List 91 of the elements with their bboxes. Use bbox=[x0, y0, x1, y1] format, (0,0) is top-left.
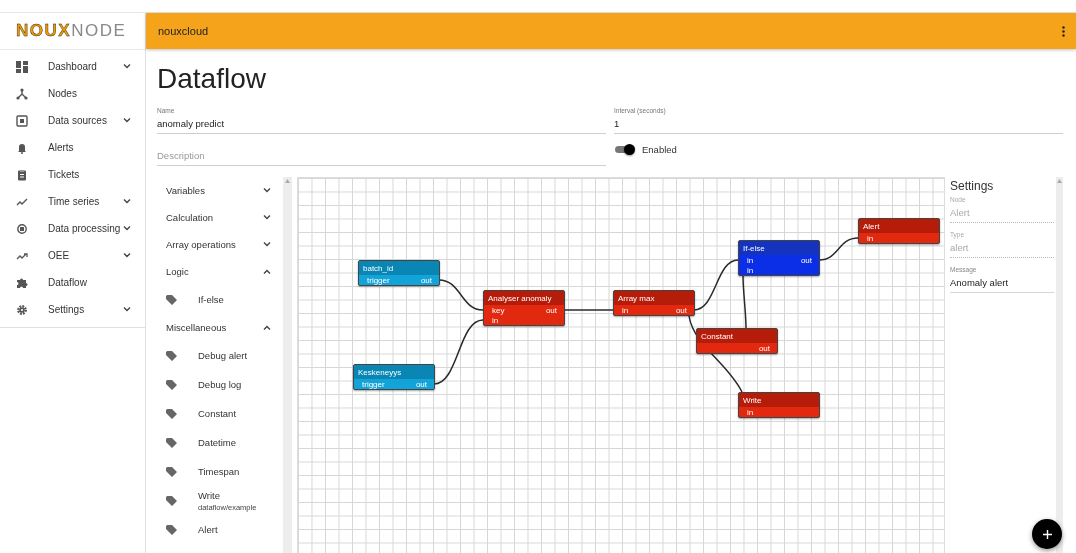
toggle-label: Enabled bbox=[642, 144, 677, 155]
tag-icon bbox=[166, 495, 177, 506]
app-title: nouxcloud bbox=[158, 25, 209, 37]
input-port[interactable]: in bbox=[747, 265, 754, 275]
connector-line bbox=[818, 237, 859, 261]
nav-item[interactable]: Tickets bbox=[0, 161, 145, 188]
bell-icon bbox=[16, 141, 28, 154]
connector-line bbox=[693, 259, 739, 311]
chevron-icon bbox=[263, 188, 271, 193]
output-port[interactable]: out bbox=[545, 305, 557, 315]
node-title: Constant bbox=[701, 331, 734, 341]
palette-item[interactable]: Debug log bbox=[166, 370, 283, 399]
connector-line bbox=[563, 309, 614, 311]
palette-item[interactable]: Datetime bbox=[166, 428, 283, 457]
input-port[interactable]: in bbox=[867, 233, 874, 243]
node-title: Alert bbox=[863, 221, 880, 231]
node-title: Write bbox=[743, 395, 762, 405]
settings-icon bbox=[16, 303, 28, 316]
output-port[interactable]: out bbox=[675, 305, 687, 315]
nav-item[interactable]: Nodes bbox=[0, 80, 145, 107]
scrollbar[interactable] bbox=[1056, 177, 1063, 553]
tag-icon bbox=[166, 466, 177, 477]
input-port[interactable]: in bbox=[492, 315, 499, 325]
chevron-icon bbox=[123, 253, 131, 258]
output-port[interactable]: out bbox=[758, 343, 770, 353]
page-title: Dataflow bbox=[157, 63, 267, 95]
category-header[interactable]: Array operations bbox=[166, 231, 283, 258]
output-port[interactable]: out bbox=[800, 255, 812, 265]
nav-item[interactable]: Data sources bbox=[0, 107, 145, 134]
palette-item[interactable]: Constant bbox=[166, 399, 283, 428]
logo: NOUXNODE bbox=[16, 21, 127, 41]
flow-node[interactable]: If-else in out in bbox=[738, 240, 820, 276]
node-title: Analyser anomaly bbox=[488, 293, 552, 303]
nav-item[interactable]: Dataflow bbox=[0, 269, 145, 296]
nav-item[interactable]: Settings bbox=[0, 296, 145, 323]
chevron-icon bbox=[263, 325, 271, 330]
flow-node[interactable]: Write in bbox=[738, 392, 820, 418]
connector-line bbox=[433, 319, 484, 385]
chevron-icon bbox=[123, 64, 131, 69]
nav-item[interactable]: Alerts bbox=[0, 134, 145, 161]
network-icon bbox=[16, 87, 28, 100]
category-header[interactable]: Miscellaneous bbox=[166, 314, 283, 341]
chevron-icon bbox=[123, 307, 131, 312]
node-title: batch_id bbox=[363, 263, 394, 273]
input-port[interactable]: in bbox=[622, 305, 629, 315]
flow-node[interactable]: Constant out bbox=[696, 328, 778, 354]
input-port[interactable]: in bbox=[747, 407, 754, 417]
nav-item[interactable]: Dashboard bbox=[0, 53, 145, 80]
node-title: Array max bbox=[618, 293, 655, 303]
input-port[interactable]: key bbox=[492, 305, 505, 315]
node-title: If-else bbox=[743, 243, 765, 253]
scrollbar[interactable] bbox=[283, 177, 292, 553]
flow-node[interactable]: Analyser anomaly key out in bbox=[483, 290, 565, 326]
chevron-icon bbox=[263, 269, 271, 274]
more-menu-icon[interactable] bbox=[1062, 25, 1065, 37]
chip-icon bbox=[16, 222, 28, 235]
flow-node[interactable]: Array max in out bbox=[613, 290, 695, 316]
palette-item[interactable]: Timespan bbox=[166, 457, 283, 486]
tag-icon bbox=[166, 437, 177, 448]
settings-title: Settings bbox=[950, 179, 995, 193]
connector-line bbox=[438, 279, 484, 311]
node-title: Keskeneyys bbox=[358, 367, 402, 377]
tag-icon bbox=[166, 294, 177, 305]
chevron-icon bbox=[263, 242, 271, 247]
flow-canvas[interactable]: batch_id trigger out Keskeneyys trigger out Analyser anomaly key out in Array max in out If-else in out in Alert in Constant out Write in bbox=[297, 177, 945, 553]
chevron-icon bbox=[123, 199, 131, 204]
tag-icon bbox=[166, 379, 177, 390]
nav-item[interactable]: Time series bbox=[0, 188, 145, 215]
palette-item[interactable]: Alert bbox=[166, 515, 283, 544]
chevron-icon bbox=[123, 226, 131, 231]
input-port[interactable]: in bbox=[747, 255, 754, 265]
tag-icon bbox=[166, 408, 177, 419]
chevron-icon bbox=[123, 118, 131, 123]
plus-icon bbox=[1042, 529, 1052, 539]
flow-node[interactable]: Alert in bbox=[858, 218, 940, 244]
tag-icon bbox=[166, 524, 177, 535]
dashboard-icon bbox=[16, 60, 28, 73]
clipboard-icon bbox=[16, 168, 28, 181]
tag-icon bbox=[166, 350, 177, 361]
category-header[interactable]: Variables bbox=[166, 177, 283, 204]
nav-item[interactable]: OEE bbox=[0, 242, 145, 269]
category-header[interactable]: Calculation bbox=[166, 204, 283, 231]
database-icon bbox=[16, 114, 28, 127]
category-header[interactable]: Logic bbox=[166, 258, 283, 285]
chevron-icon bbox=[263, 215, 271, 220]
enabled-toggle[interactable] bbox=[614, 144, 635, 155]
puzzle-icon bbox=[16, 276, 28, 289]
nav-item[interactable]: Data processing bbox=[0, 215, 145, 242]
add-button[interactable] bbox=[1032, 519, 1062, 549]
palette-item[interactable]: If-else bbox=[166, 285, 283, 314]
palette-item[interactable]: Debug alert bbox=[166, 341, 283, 370]
